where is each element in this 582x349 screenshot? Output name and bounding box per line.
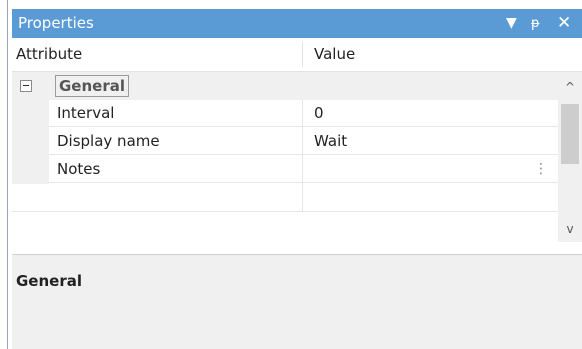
column-divider[interactable] bbox=[302, 42, 303, 67]
close-icon[interactable]: ✕ bbox=[557, 9, 571, 38]
description-pane: General bbox=[12, 263, 582, 349]
value-column-header[interactable]: Value bbox=[314, 38, 355, 71]
category-label[interactable]: General bbox=[55, 75, 129, 97]
scroll-down-icon[interactable]: v bbox=[558, 218, 582, 240]
property-name[interactable]: Notes bbox=[49, 156, 302, 183]
collapse-icon[interactable] bbox=[20, 80, 32, 92]
panel-titlebar[interactable]: Properties ▼ ᵽ ✕ bbox=[12, 9, 582, 38]
vertical-scrollbar[interactable]: ^ v bbox=[558, 72, 582, 242]
grid-rows: General Interval 0 Display name Wait Not… bbox=[12, 72, 558, 242]
panel-title: Properties bbox=[18, 14, 94, 32]
window-edge bbox=[7, 0, 8, 349]
property-row-notes[interactable]: Notes ⋮ bbox=[12, 156, 558, 184]
row-gutter bbox=[12, 128, 49, 156]
pin-icon[interactable]: ᵽ bbox=[531, 9, 540, 38]
row-gutter bbox=[12, 100, 49, 128]
empty-row bbox=[12, 184, 558, 212]
grid-header: Attribute Value bbox=[12, 38, 582, 72]
scrollbar-thumb[interactable] bbox=[561, 104, 579, 164]
more-options-icon[interactable]: ⋮ bbox=[534, 156, 548, 183]
property-grid: Attribute Value General Interval 0 Displ… bbox=[12, 38, 582, 276]
property-value[interactable]: Wait bbox=[303, 128, 558, 155]
empty-row-fill bbox=[12, 184, 558, 212]
property-value[interactable]: 0 bbox=[303, 100, 558, 127]
description-title: General bbox=[16, 272, 82, 290]
properties-panel: Properties ▼ ᵽ ✕ Attribute Value General… bbox=[12, 9, 582, 349]
dropdown-icon[interactable]: ▼ bbox=[506, 9, 517, 38]
property-row-display-name[interactable]: Display name Wait bbox=[12, 128, 558, 156]
property-row-interval[interactable]: Interval 0 bbox=[12, 100, 558, 128]
property-name[interactable]: Display name bbox=[49, 128, 302, 155]
category-row-general[interactable]: General bbox=[12, 72, 558, 100]
row-gutter bbox=[12, 156, 49, 184]
attribute-column-header[interactable]: Attribute bbox=[16, 38, 82, 71]
column-divider bbox=[302, 184, 303, 212]
scroll-up-icon[interactable]: ^ bbox=[558, 76, 582, 98]
property-value[interactable] bbox=[303, 156, 558, 183]
property-name[interactable]: Interval bbox=[49, 100, 302, 127]
